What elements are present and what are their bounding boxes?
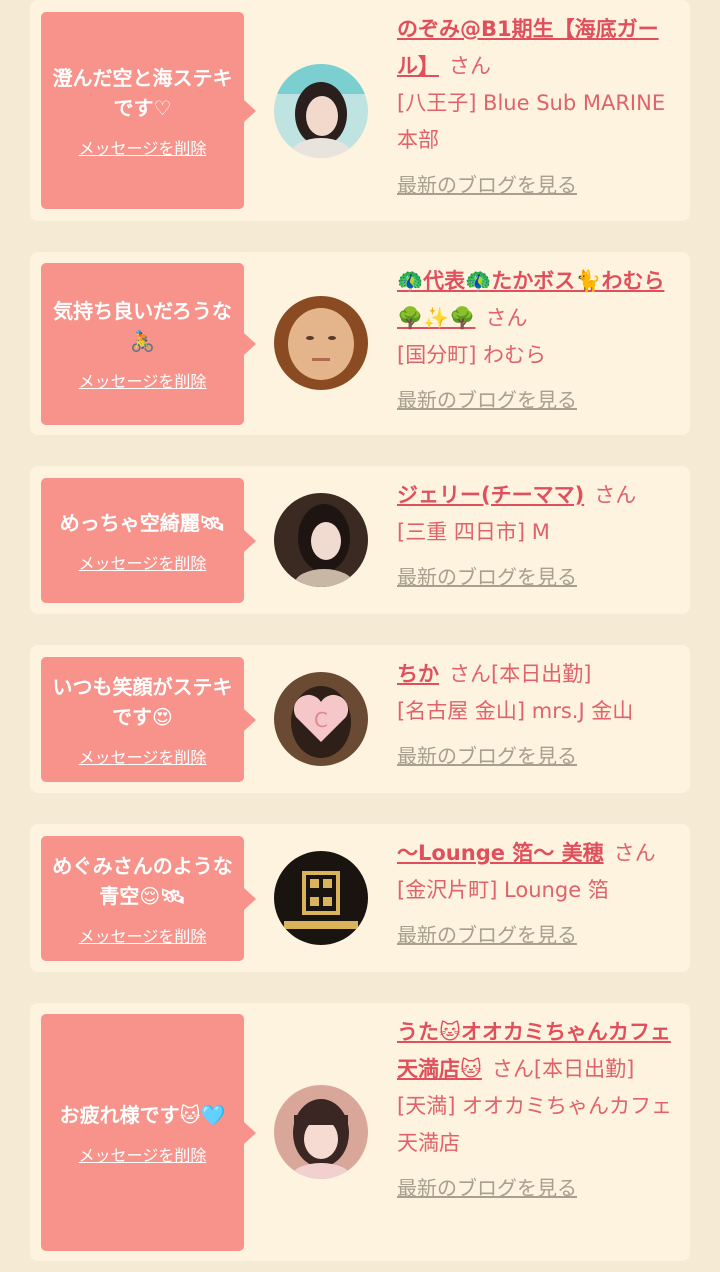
avatar[interactable] <box>274 493 368 587</box>
shop-info: [名古屋 金山] mrs.J 金山 <box>397 699 634 723</box>
svg-text:C: C <box>314 708 328 732</box>
latest-blog-link[interactable]: 最新のブログを見る <box>397 1170 687 1207</box>
honorific: さん[本日出勤] <box>449 662 592 686</box>
latest-blog-link[interactable]: 最新のブログを見る <box>397 382 687 419</box>
shop-info: [金沢片町] Lounge 箔 <box>397 878 609 902</box>
message-bubble: めっちゃ空綺麗🛰 メッセージを削除 <box>41 478 256 603</box>
sender-info: のぞみ@B1期生【海底ガール】 さん [八王子] Blue Sub MARINE … <box>397 11 687 204</box>
message-text: お疲れ様です🐱🩵 <box>59 1102 226 1127</box>
message-bubble: お疲れ様です🐱🩵 メッセージを削除 <box>41 1014 256 1251</box>
latest-blog-link[interactable]: 最新のブログを見る <box>397 167 687 204</box>
message-card: いつも笑顔がステキです😍 メッセージを削除 C ちか さん[本日出勤] [名古屋 … <box>30 645 690 793</box>
shop-info: [三重 四日市] M <box>397 520 550 544</box>
message-bubble: めぐみさんのような青空😌🛰 メッセージを削除 <box>41 836 256 961</box>
message-text: めぐみさんのような青空😌🛰 <box>52 853 233 908</box>
avatar[interactable] <box>274 64 368 158</box>
sender-name-link[interactable]: のぞみ@B1期生【海底ガール】 <box>397 17 659 78</box>
message-text: めっちゃ空綺麗🛰 <box>59 510 226 535</box>
message-bubble: 澄んだ空と海ステキです♡ メッセージを削除 <box>41 12 256 209</box>
message-text: 澄んだ空と海ステキです♡ <box>52 65 233 120</box>
message-bubble: いつも笑顔がステキです😍 メッセージを削除 <box>41 657 256 782</box>
sender-info: 🦚代表🦚たかボス🐈わむら🌳✨🌳 さん [国分町] わむら 最新のブログを見る <box>397 263 687 419</box>
message-bubble: 気持ち良いだろうな🚴 メッセージを削除 <box>41 263 256 425</box>
delete-message-link[interactable]: メッセージを削除 <box>79 923 207 947</box>
message-text: 気持ち良いだろうな🚴 <box>53 299 232 353</box>
honorific: さん <box>485 306 528 330</box>
message-card: 気持ち良いだろうな🚴 メッセージを削除 🦚代表🦚たかボス🐈わむら🌳✨🌳 さん [国… <box>30 252 690 435</box>
avatar[interactable] <box>274 296 368 390</box>
latest-blog-link[interactable]: 最新のブログを見る <box>397 917 687 954</box>
delete-message-link[interactable]: メッセージを削除 <box>79 744 207 768</box>
honorific: さん[本日出勤] <box>491 1057 635 1081</box>
message-card: 澄んだ空と海ステキです♡ メッセージを削除 のぞみ@B1期生【海底ガール】 さん … <box>30 0 690 221</box>
latest-blog-link[interactable]: 最新のブログを見る <box>397 559 687 596</box>
latest-blog-link[interactable]: 最新のブログを見る <box>397 738 687 775</box>
avatar[interactable] <box>274 851 368 945</box>
avatar[interactable] <box>274 1085 368 1179</box>
sender-info: ジェリー(チーママ) さん [三重 四日市] M 最新のブログを見る <box>397 477 687 596</box>
honorific: さん <box>594 483 637 507</box>
shop-info: [天満] オオカミちゃんカフェ天満店 <box>397 1094 673 1155</box>
message-card: めっちゃ空綺麗🛰 メッセージを削除 ジェリー(チーママ) さん [三重 四日市] … <box>30 466 690 614</box>
delete-message-link[interactable]: メッセージを削除 <box>79 550 207 574</box>
message-card: めぐみさんのような青空😌🛰 メッセージを削除 〜Lounge 箔〜 美穂 さん [… <box>30 824 690 972</box>
sender-name-link[interactable]: 🦚代表🦚たかボス🐈わむら🌳✨🌳 <box>397 269 664 330</box>
sender-name-link[interactable]: 〜Lounge 箔〜 美穂 <box>397 841 604 865</box>
honorific: さん <box>449 54 491 78</box>
message-card: お疲れ様です🐱🩵 メッセージを削除 うた🐱オオカミちゃんカフェ天満店🐱 さん[本日… <box>30 1003 690 1261</box>
delete-message-link[interactable]: メッセージを削除 <box>79 135 207 159</box>
shop-info: [国分町] わむら <box>397 343 547 367</box>
shop-info: [八王子] Blue Sub MARINE 本部 <box>397 91 666 152</box>
sender-info: ちか さん[本日出勤] [名古屋 金山] mrs.J 金山 最新のブログを見る <box>397 656 687 775</box>
sender-info: うた🐱オオカミちゃんカフェ天満店🐱 さん[本日出勤] [天満] オオカミちゃんカフ… <box>397 1014 687 1207</box>
sender-info: 〜Lounge 箔〜 美穂 さん [金沢片町] Lounge 箔 最新のブログを見… <box>397 835 687 954</box>
message-text: いつも笑顔がステキです😍 <box>52 674 233 729</box>
sender-name-link[interactable]: ちか <box>397 662 439 686</box>
sender-name-link[interactable]: ジェリー(チーママ) <box>397 483 584 507</box>
avatar[interactable]: C <box>274 672 368 766</box>
honorific: さん <box>613 841 656 865</box>
delete-message-link[interactable]: メッセージを削除 <box>79 1142 207 1166</box>
delete-message-link[interactable]: メッセージを削除 <box>79 368 207 392</box>
